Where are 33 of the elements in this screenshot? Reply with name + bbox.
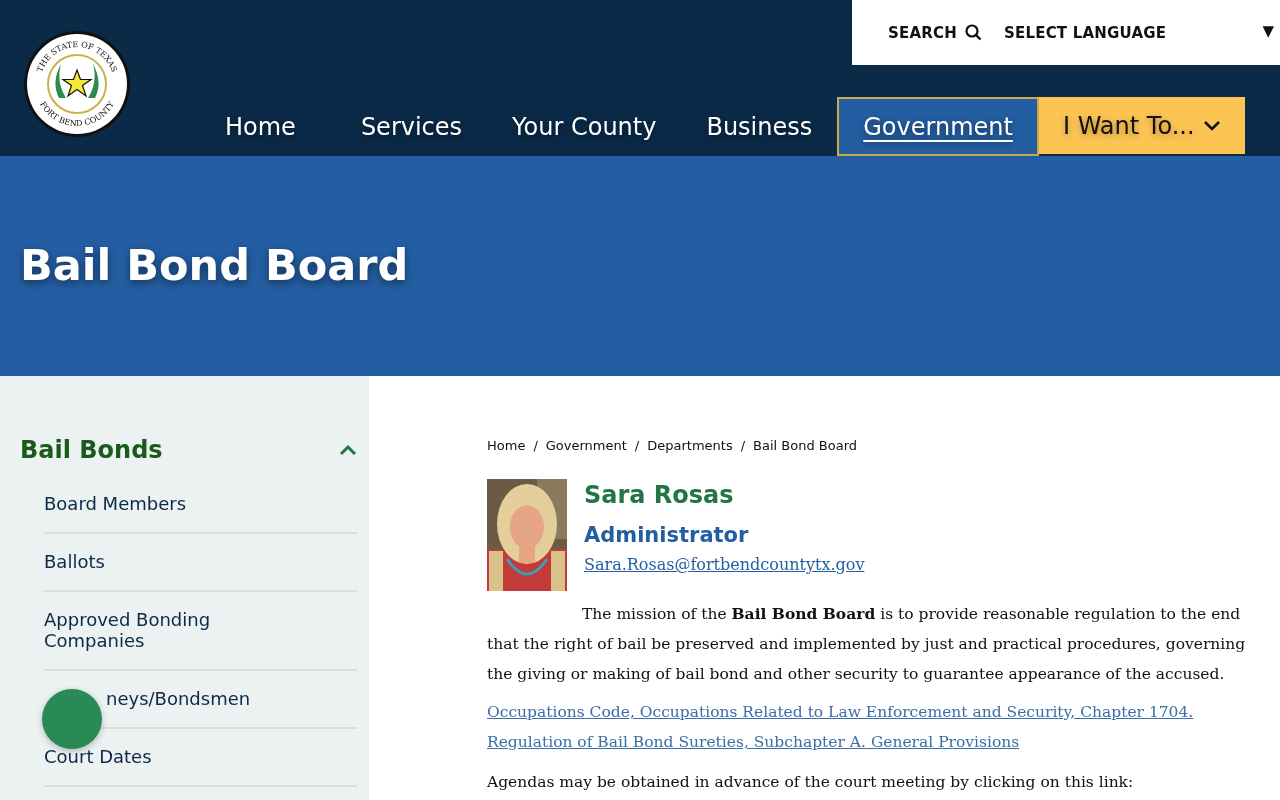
nav-link[interactable]: Government — [837, 97, 1039, 156]
agendas-text: Agendas may be obtained in advance of the court meeting by clicking on this link: — [487, 772, 1135, 793]
breadcrumb-link[interactable]: Home — [487, 438, 526, 453]
breadcrumb-link[interactable]: Departments — [647, 438, 733, 453]
sidebar-link[interactable]: Ballots — [44, 551, 105, 572]
breadcrumb-separator: / — [634, 438, 640, 453]
sidebar-link[interactable]: Board Members — [44, 493, 187, 514]
chevron-down-icon — [1202, 119, 1221, 132]
dropdown-caret[interactable]: ▼ — [1262, 22, 1274, 40]
chevron-up-icon[interactable] — [339, 444, 357, 456]
language-select[interactable]: SELECT LANGUAGE — [1004, 23, 1167, 42]
menu-button[interactable]: I Want To... — [1038, 97, 1245, 154]
contact-name: Sara Rosas — [584, 481, 735, 509]
breadcrumb-separator: / — [740, 438, 746, 453]
sidebar-link[interactable]: neys/Bondsmen — [106, 688, 251, 709]
nav-link[interactable]: Business — [681, 97, 838, 156]
search-icon — [965, 24, 982, 41]
sidebar-link[interactable]: Court Dates — [44, 746, 152, 767]
sidebar-link[interactable]: Approved Bonding Companies — [44, 609, 234, 651]
floating-action-button[interactable] — [42, 689, 102, 749]
email-link[interactable]: Sara.Rosas@fortbendcountytx.gov — [584, 555, 865, 574]
contact-title: Administrator — [584, 523, 750, 547]
nav-link[interactable]: Your County — [487, 97, 682, 156]
page-title: Bail Bond Board — [20, 240, 409, 290]
mission-paragraph: The mission of the Bail Bond Board is to provide reasonable regulation to the end that the right of bail be preserved and implemented by just and practical procedures, governing the giving or making of bail bond and other security to guarantee appearance of the accused. — [487, 603, 1247, 685]
statute-link[interactable]: Occupations Code, Occupations Related to Law Enforcement and Security, Chapter 1704. Regulation of Bail Bond Sureties, Subchapter A. General Provisions — [487, 697, 1252, 757]
sidebar-heading[interactable]: Bail Bonds — [20, 436, 163, 464]
breadcrumb-separator: / — [533, 438, 538, 453]
nav-link[interactable]: Services — [335, 97, 488, 156]
breadcrumb-current: Bail Bond Board — [753, 438, 858, 453]
search-link[interactable]: SEARCH — [888, 23, 982, 42]
nav-link[interactable]: Home — [200, 97, 336, 156]
breadcrumb-link[interactable]: Government — [545, 438, 627, 453]
